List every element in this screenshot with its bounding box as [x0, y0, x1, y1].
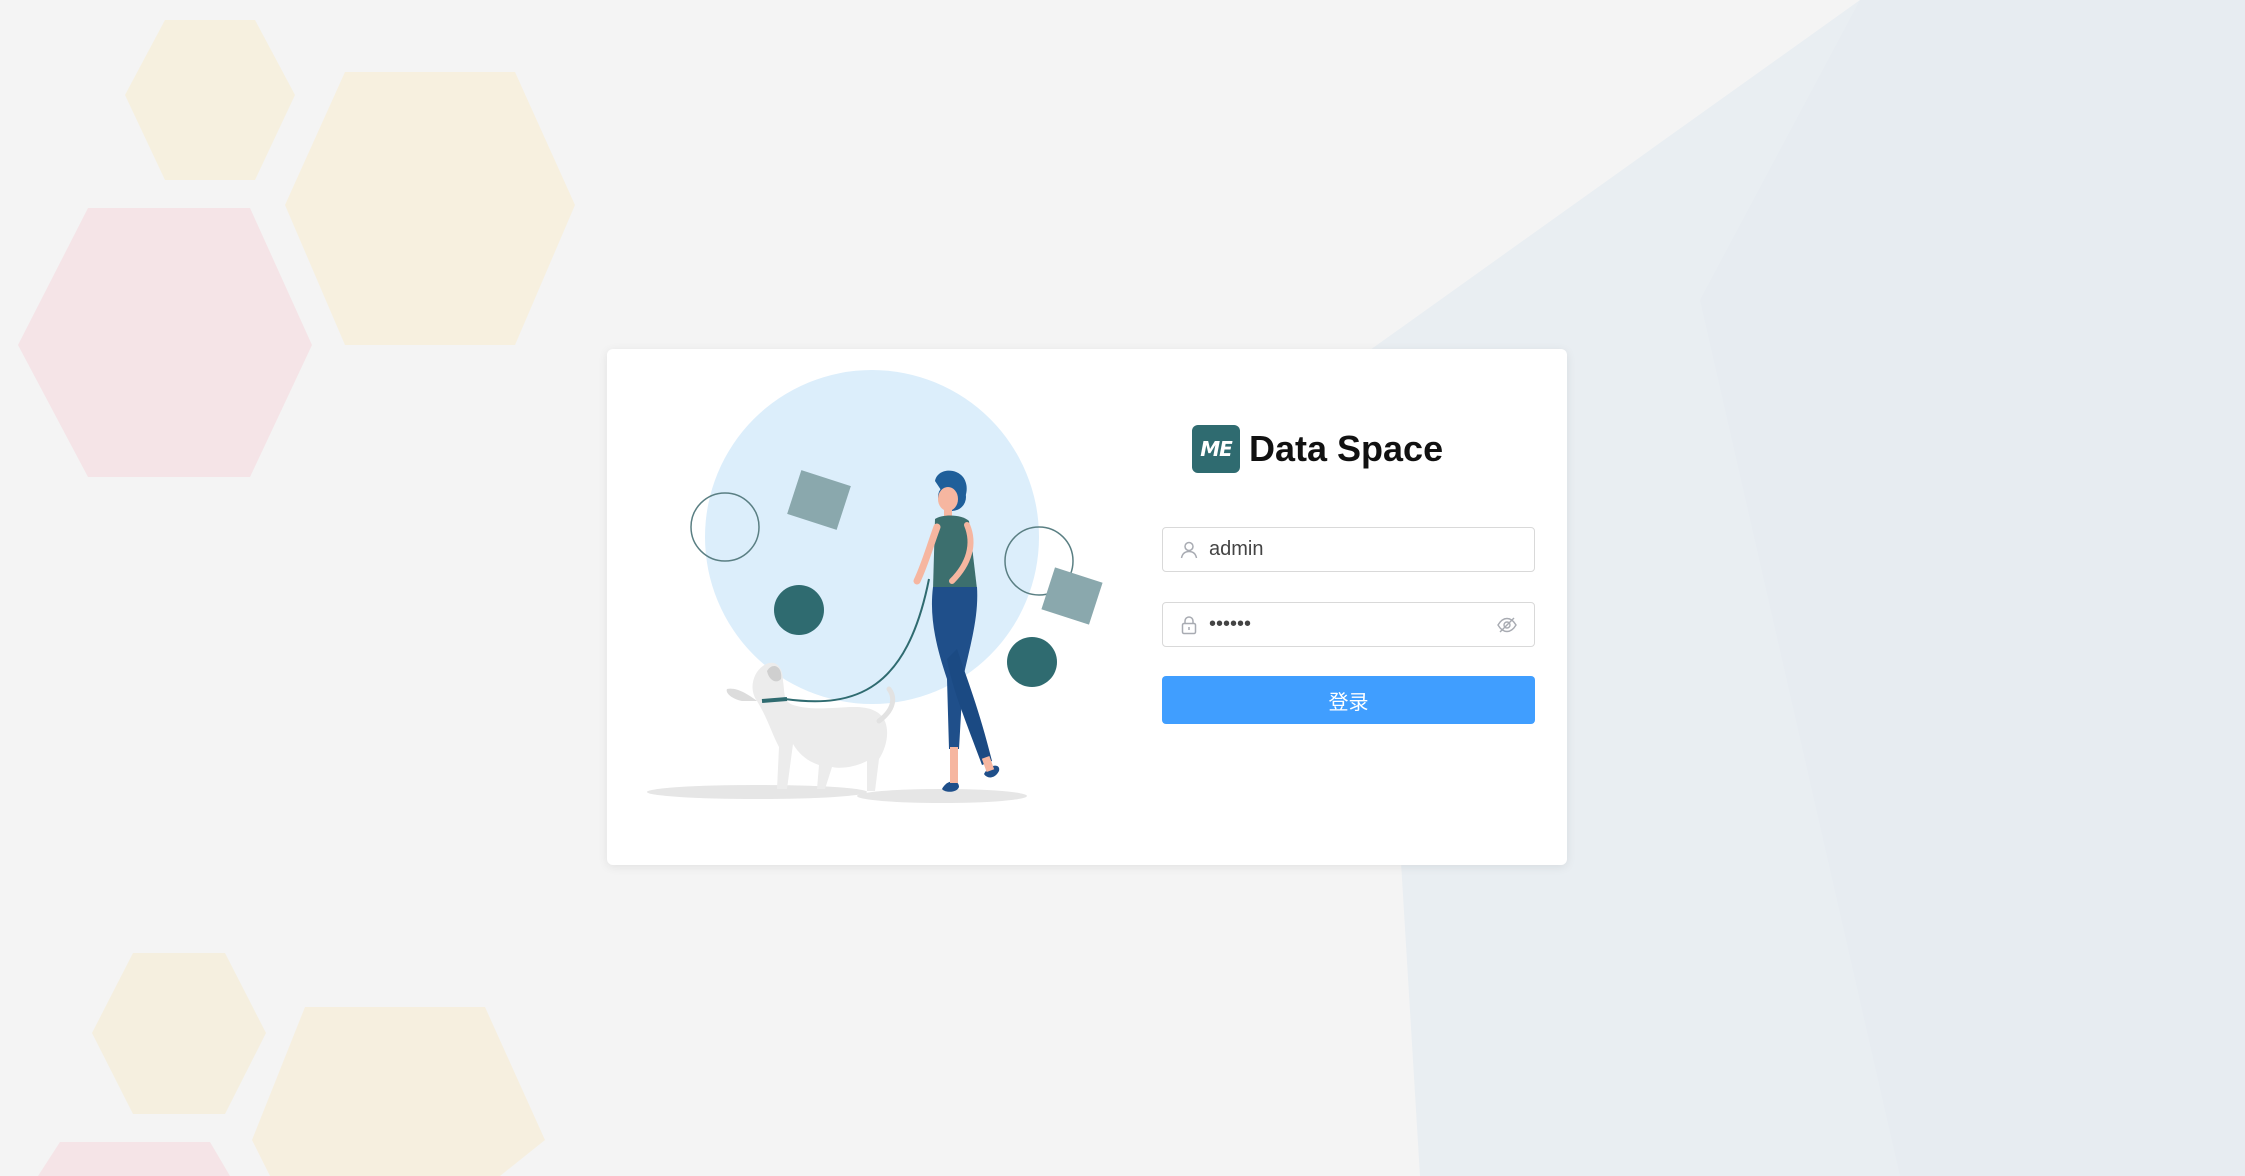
- brand-title: Data Space: [1249, 428, 1444, 469]
- password-input[interactable]: [1209, 603, 1494, 646]
- illustration-shadow: [647, 785, 867, 799]
- background-hexagon: [252, 1007, 545, 1176]
- background-hexagon: [285, 72, 575, 345]
- illustration-dot: [1007, 637, 1057, 687]
- brand-logo: ME: [1192, 425, 1240, 473]
- username-field[interactable]: [1162, 527, 1535, 572]
- background-hexagon: [38, 1142, 230, 1176]
- brand: ME Data Space: [1192, 425, 1443, 473]
- illustration-shadow: [857, 789, 1027, 803]
- background-hexagon: [125, 20, 295, 180]
- login-card: ME Data Space admin •••••• 登录: [607, 349, 1567, 865]
- illustration-circle: [705, 370, 1039, 704]
- illustration-square: [1041, 567, 1103, 625]
- login-button[interactable]: 登录: [1162, 676, 1535, 724]
- eye-hidden-icon[interactable]: [1494, 612, 1520, 638]
- username-input[interactable]: [1209, 528, 1534, 571]
- background-hexagon: [92, 953, 266, 1114]
- illustration-dot: [774, 585, 824, 635]
- user-icon: [1177, 538, 1201, 562]
- lock-icon: [1177, 613, 1201, 637]
- background-hexagon: [18, 208, 312, 477]
- password-field[interactable]: [1162, 602, 1535, 647]
- login-illustration: [647, 370, 1103, 803]
